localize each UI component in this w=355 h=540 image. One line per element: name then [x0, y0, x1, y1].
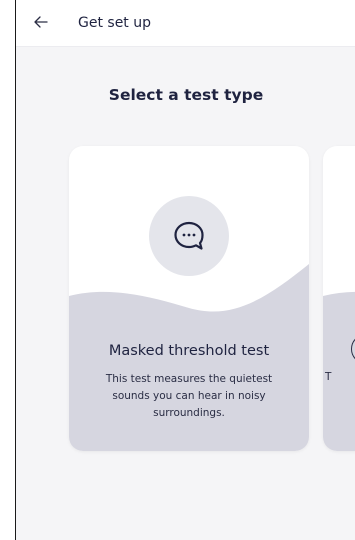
app-bar: Get set up: [16, 0, 355, 47]
test-type-card-next[interactable]: T: [323, 146, 355, 451]
test-type-card-masked-threshold[interactable]: Masked threshold test This test measures…: [69, 146, 309, 451]
chat-bubble-icon: [174, 221, 204, 250]
back-button[interactable]: [30, 11, 52, 33]
page-title: Get set up: [78, 15, 152, 31]
card-title: Masked threshold test: [108, 343, 270, 359]
section-heading: Select a test type: [108, 86, 264, 104]
app-frame: Get set up Select a test type Masked thr…: [15, 0, 355, 540]
arrow-left-icon: [34, 16, 48, 28]
card-wave-background: [323, 291, 355, 451]
icon-circle: [149, 196, 229, 276]
card-description-partial: T: [325, 371, 332, 383]
card-description: This test measures the quietest sounds y…: [105, 373, 273, 419]
